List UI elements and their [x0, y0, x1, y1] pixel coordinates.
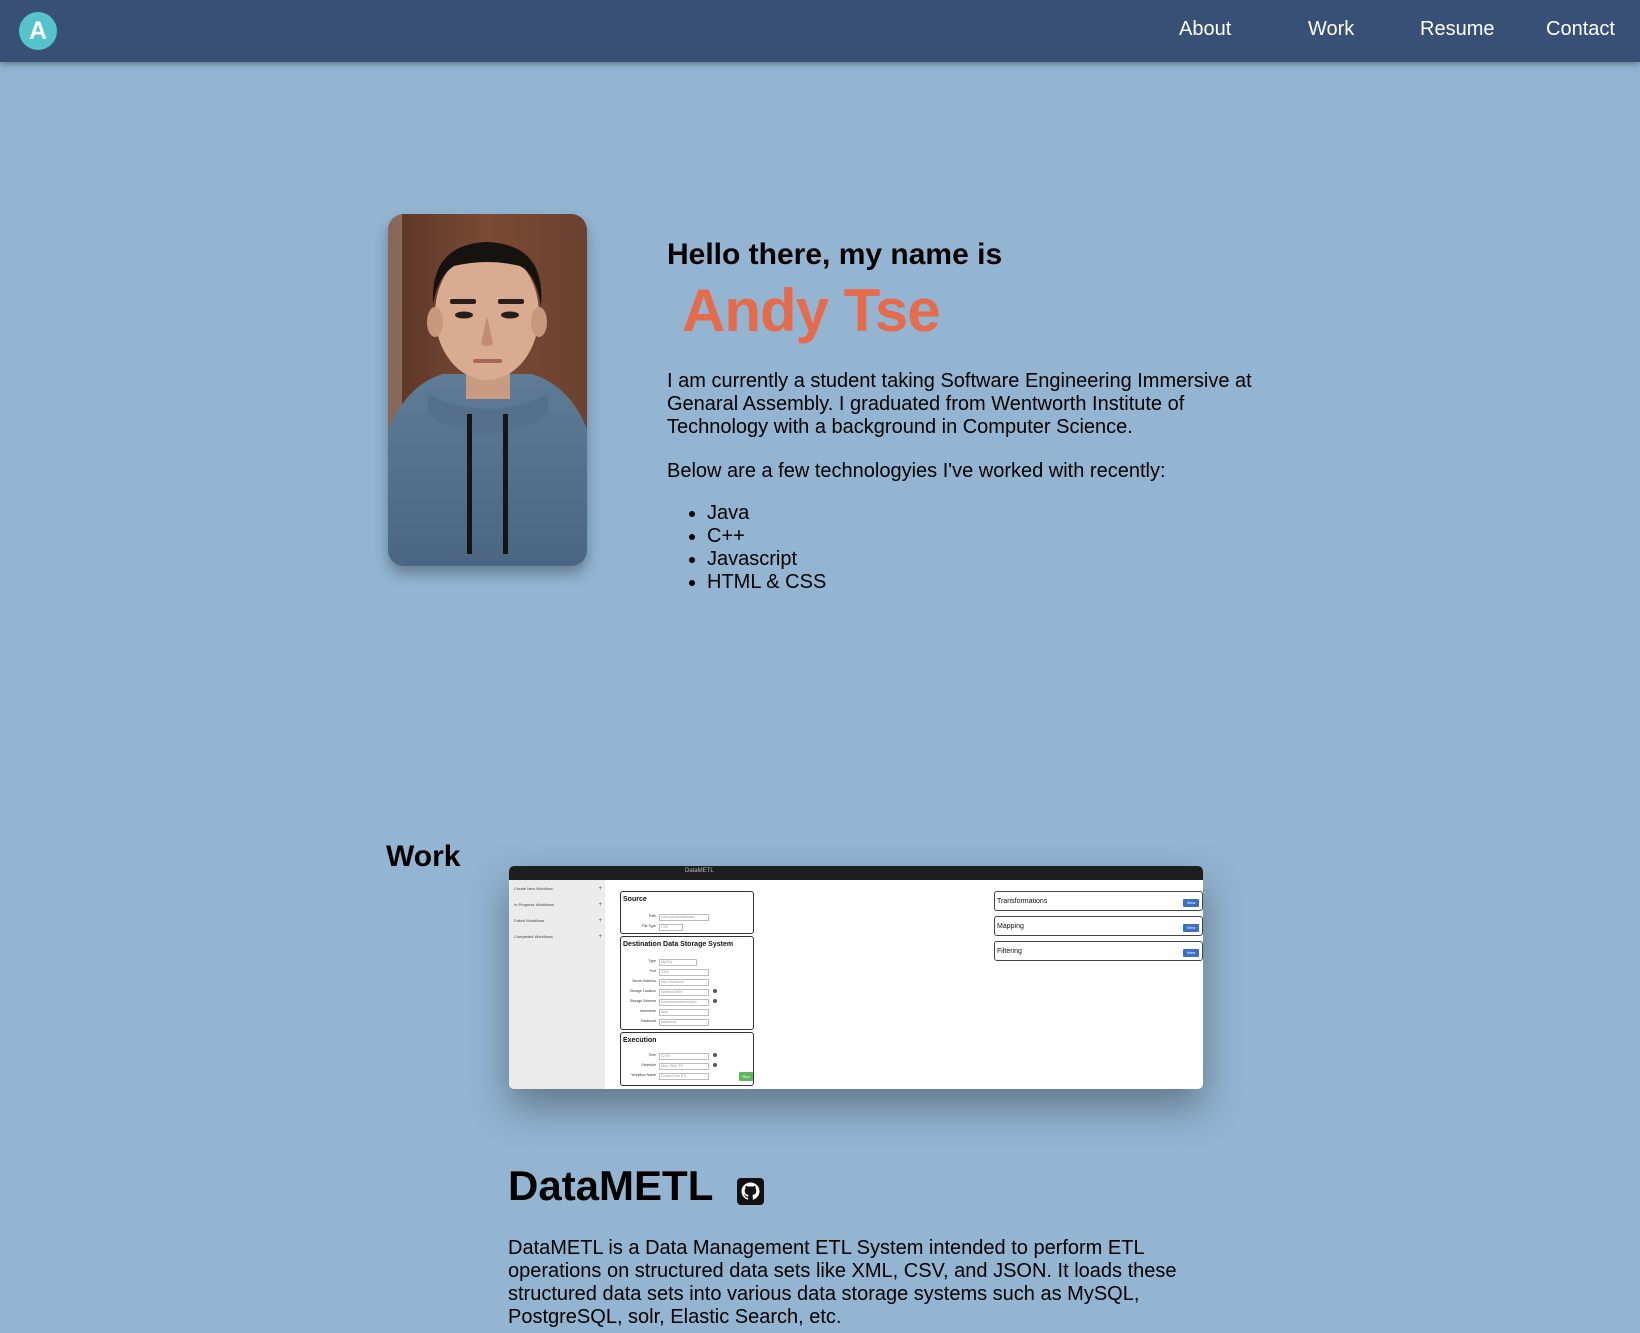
app-title: DataMETL — [685, 868, 714, 874]
app-topbar: DataMETL — [509, 866, 1203, 880]
app-panel-title: Execution — [623, 1037, 657, 1044]
project-description: DataMETL is a Data Management ETL System… — [508, 1237, 1177, 1328]
hero-name: Andy Tse — [682, 277, 941, 344]
nav-link-about[interactable]: About — [1179, 18, 1231, 41]
app-right-panel: Transformations View — [994, 891, 1203, 911]
app-execution-panel: Execution Time 12:00 Schedule Mon, Wed, Fr… — [620, 1032, 754, 1086]
tech-item: Java — [707, 502, 826, 525]
app-panel-title: Source — [623, 896, 647, 903]
app-sidebar-item: Completed Workflows + — [514, 934, 602, 940]
profile-photo — [388, 214, 587, 566]
app-run-button: Run — [739, 1072, 753, 1081]
app-sidebar: Create New Workflow + In Progress Workflo… — [509, 880, 605, 1089]
gear-icon — [713, 1053, 717, 1057]
app-panel-title: Destination Data Storage System — [623, 941, 734, 948]
gear-icon — [713, 989, 717, 993]
project-title: DataMETL — [508, 1162, 714, 1209]
app-right-panel: Mapping View — [994, 916, 1203, 936]
navbar: A About Work Resume Contact — [0, 0, 1640, 62]
app-right-panel: Filtering View — [994, 941, 1203, 961]
greeting-heading: Hello there, my name is — [667, 238, 1003, 271]
tech-intro: Below are a few technologyies I've worke… — [667, 460, 1166, 482]
nav-link-contact[interactable]: Contact — [1546, 18, 1615, 41]
gear-icon — [713, 999, 717, 1003]
nav-link-work[interactable]: Work — [1308, 18, 1354, 41]
nav-link-resume[interactable]: Resume — [1420, 18, 1494, 41]
project-screenshot[interactable]: DataMETL Create New Workflow + In Progres… — [509, 866, 1203, 1089]
app-sidebar-item: In Progress Workflows + — [514, 902, 602, 908]
app-sidebar-item: Failed Workflows + — [514, 918, 602, 924]
app-destination-panel: Destination Data Storage System Type MySQ… — [620, 936, 754, 1030]
tech-item: C++ — [707, 525, 826, 548]
gear-icon — [713, 1063, 717, 1067]
logo-button[interactable]: A — [19, 12, 57, 50]
tech-item: Javascript — [707, 548, 826, 571]
bio-paragraph: I am currently a student taking Software… — [667, 370, 1252, 438]
app-source-panel: Source Path /users/andy/data/sam File Ty… — [620, 891, 754, 934]
work-heading: Work — [386, 840, 461, 873]
tech-list: Java C++ Javascript HTML & CSS — [667, 502, 826, 594]
tech-item: HTML & CSS — [707, 571, 826, 594]
github-icon[interactable] — [737, 1178, 764, 1205]
app-sidebar-item: Create New Workflow + — [514, 886, 602, 892]
